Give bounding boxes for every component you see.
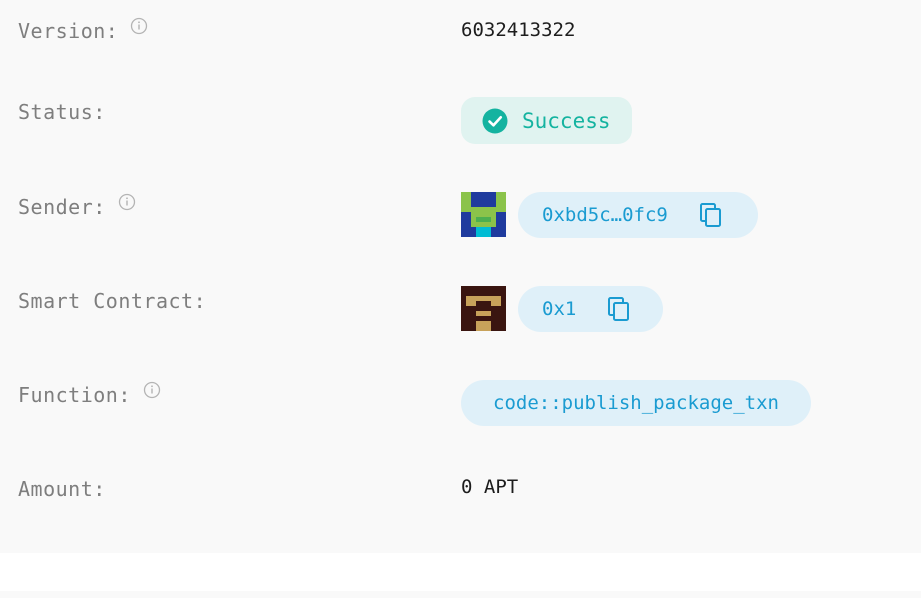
version-label-group: Version: <box>18 17 148 43</box>
next-section-card <box>0 591 921 598</box>
contract-label: Smart Contract: <box>18 289 206 313</box>
function-label-group: Function: <box>18 381 161 407</box>
transaction-overview-card: Version: 6032413322 Status: Success Send… <box>0 0 921 553</box>
contract-address-pill[interactable]: 0x1 <box>518 286 663 332</box>
check-circle-icon <box>482 108 508 133</box>
function-label: Function: <box>18 383 131 407</box>
function-pill[interactable]: code::publish_package_txn <box>461 380 811 426</box>
sender-label: Sender: <box>18 195 106 219</box>
contract-address[interactable]: 0x1 <box>542 298 576 320</box>
amount-value: 0 APT <box>461 476 519 498</box>
info-icon[interactable] <box>130 17 148 35</box>
info-icon[interactable] <box>143 381 161 399</box>
version-label: Version: <box>18 19 119 43</box>
status-text: Success <box>522 108 611 133</box>
function-name[interactable]: code::publish_package_txn <box>493 392 779 414</box>
amount-label-text: Amount: <box>18 477 106 501</box>
sender-label-group: Sender: <box>18 193 136 219</box>
info-icon[interactable] <box>118 193 136 211</box>
status-label: Status: <box>18 100 106 124</box>
copy-icon[interactable] <box>606 296 632 322</box>
contract-avatar <box>461 286 506 331</box>
contract-label-text: Smart Contract: <box>18 289 207 313</box>
status-label-text: Status: <box>18 100 106 124</box>
status-badge: Success <box>461 97 632 144</box>
sender-address[interactable]: 0xbd5c…0fc9 <box>542 204 668 226</box>
sender-avatar <box>461 192 506 237</box>
sender-address-pill[interactable]: 0xbd5c…0fc9 <box>518 192 758 238</box>
version-value: 6032413322 <box>461 19 576 41</box>
copy-icon[interactable] <box>698 202 724 228</box>
amount-label: Amount: <box>18 477 106 501</box>
